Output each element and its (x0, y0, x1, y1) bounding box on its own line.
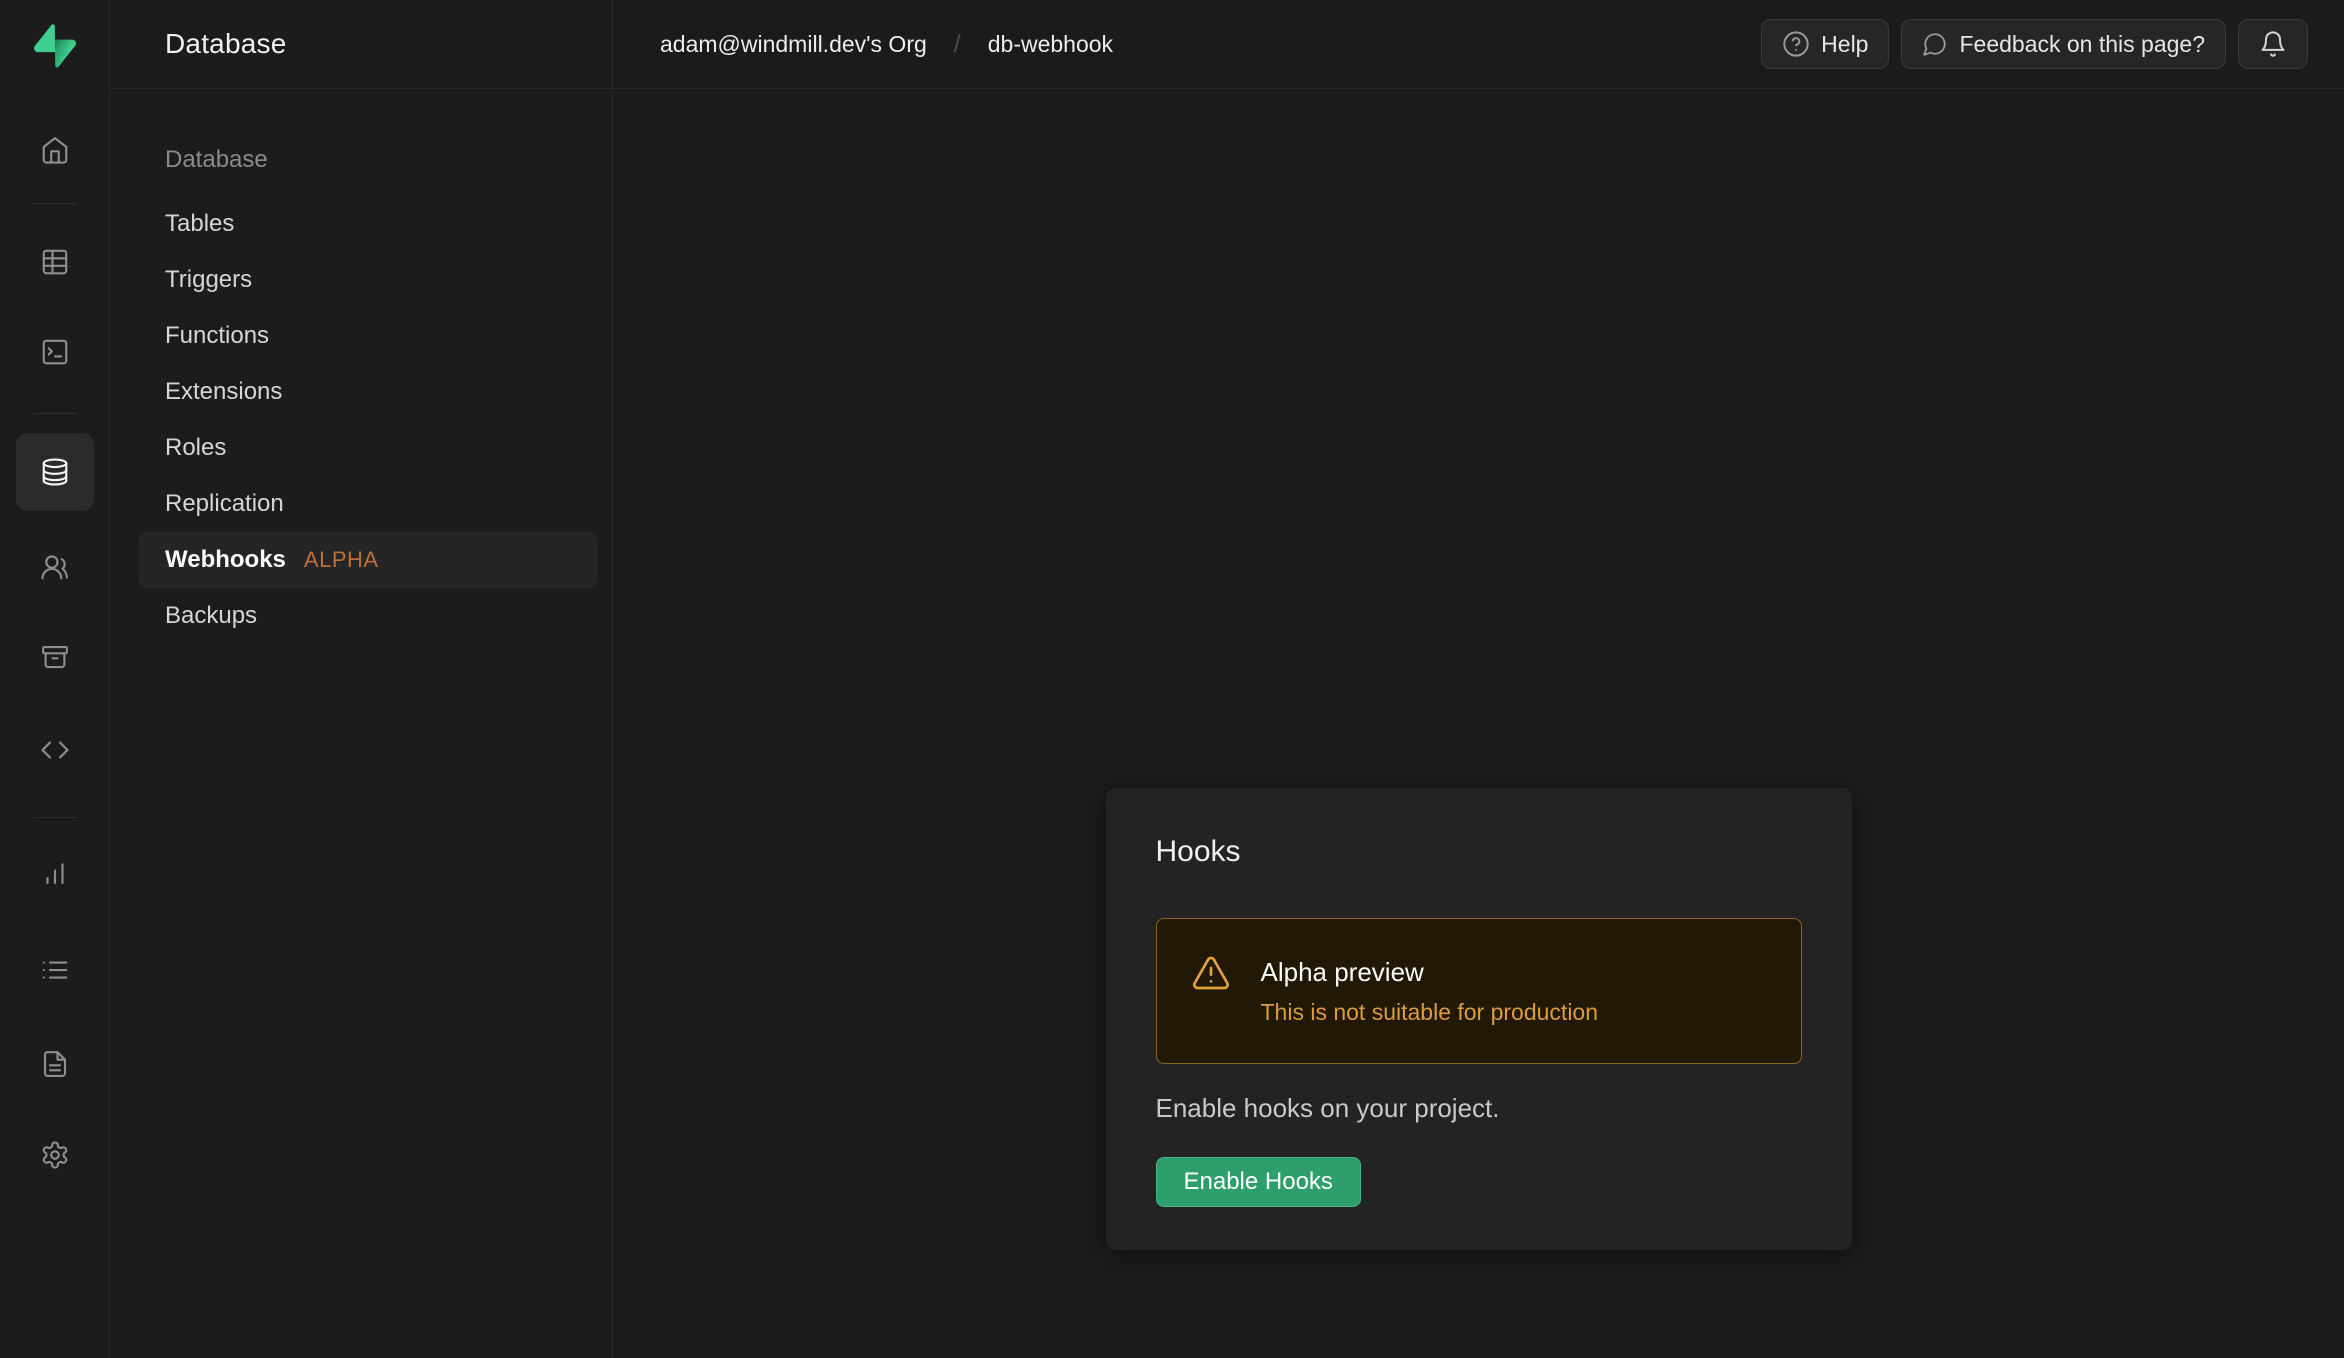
reports-icon (40, 858, 70, 888)
alpha-preview-alert: Alpha preview This is not suitable for p… (1156, 918, 1802, 1064)
breadcrumb-separator: / (954, 30, 961, 59)
rail-settings-button[interactable] (16, 1116, 94, 1194)
breadcrumb-org[interactable]: adam@windmill.dev's Org (660, 31, 927, 58)
rail-api-docs-button[interactable] (16, 1025, 94, 1103)
page-title: Database (165, 28, 286, 60)
menu-item-replication[interactable]: Replication (139, 476, 598, 532)
menu-item-functions[interactable]: Functions (139, 308, 598, 364)
menu-item-backups[interactable]: Backups (139, 588, 598, 644)
rail-home-button[interactable] (16, 111, 94, 189)
rail-reports-button[interactable] (16, 834, 94, 912)
rail-edge-functions-button[interactable] (16, 711, 94, 789)
menu-item-extensions[interactable]: Extensions (139, 364, 598, 420)
alert-description: This is not suitable for production (1261, 997, 1599, 1027)
rail-logs-button[interactable] (16, 931, 94, 1009)
menu-item-webhooks[interactable]: Webhooks ALPHA (139, 532, 598, 588)
table-editor-icon (40, 247, 70, 277)
enable-hooks-button[interactable]: Enable Hooks (1156, 1157, 1361, 1207)
api-docs-icon (40, 1049, 70, 1079)
help-button-label: Help (1821, 31, 1868, 58)
database-icon (40, 457, 70, 487)
home-icon (40, 135, 70, 165)
menu-item-roles[interactable]: Roles (139, 420, 598, 476)
menu-item-triggers[interactable]: Triggers (139, 252, 598, 308)
header-actions: Help Feedback on this page? (1761, 19, 2308, 69)
database-menu-panel: Database Database Tables Triggers Functi… (110, 0, 613, 1358)
logs-icon (40, 955, 70, 985)
content-area: Hooks Alpha preview This is not suitable… (613, 89, 2344, 1358)
panel-header: Database (110, 0, 612, 89)
menu-item-tables[interactable]: Tables (139, 196, 598, 252)
rail-divider (33, 203, 77, 204)
rail-divider (33, 413, 77, 414)
auth-users-icon (40, 552, 70, 582)
help-circle-icon (1782, 30, 1810, 58)
alpha-badge: ALPHA (304, 547, 379, 573)
icon-rail (0, 0, 110, 1358)
main-header: adam@windmill.dev's Org / db-webhook Hel… (613, 0, 2344, 89)
sql-editor-icon (40, 337, 70, 367)
edge-functions-icon (40, 735, 70, 765)
rail-database-button[interactable] (16, 433, 94, 511)
warning-triangle-icon (1191, 953, 1231, 993)
rail-table-editor-button[interactable] (16, 223, 94, 301)
hooks-card-description: Enable hooks on your project. (1156, 1092, 1802, 1124)
storage-icon (40, 642, 70, 672)
help-button[interactable]: Help (1761, 19, 1889, 69)
hooks-card-title: Hooks (1156, 834, 1802, 870)
feedback-button-label: Feedback on this page? (1959, 31, 2205, 58)
alert-title: Alpha preview (1261, 955, 1599, 989)
app-window: Database Database Tables Triggers Functi… (0, 0, 2344, 1358)
menu-section-label: Database (139, 132, 598, 188)
panel-menu: Database Tables Triggers Functions Exten… (110, 89, 612, 644)
main-area: adam@windmill.dev's Org / db-webhook Hel… (613, 0, 2344, 1358)
settings-icon (40, 1140, 70, 1170)
hooks-card: Hooks Alpha preview This is not suitable… (1106, 788, 1852, 1250)
rail-divider (33, 817, 77, 818)
notifications-button[interactable] (2238, 19, 2308, 69)
feedback-button[interactable]: Feedback on this page? (1901, 19, 2226, 69)
message-circle-icon (1922, 31, 1948, 57)
rail-sql-editor-button[interactable] (16, 313, 94, 391)
rail-storage-button[interactable] (16, 618, 94, 696)
alert-text: Alpha preview This is not suitable for p… (1261, 955, 1599, 1027)
supabase-logo-icon[interactable] (34, 24, 76, 68)
bell-icon (2259, 30, 2287, 58)
rail-auth-button[interactable] (16, 528, 94, 606)
breadcrumb-project[interactable]: db-webhook (988, 31, 1113, 58)
breadcrumb: adam@windmill.dev's Org / db-webhook (660, 30, 1113, 59)
